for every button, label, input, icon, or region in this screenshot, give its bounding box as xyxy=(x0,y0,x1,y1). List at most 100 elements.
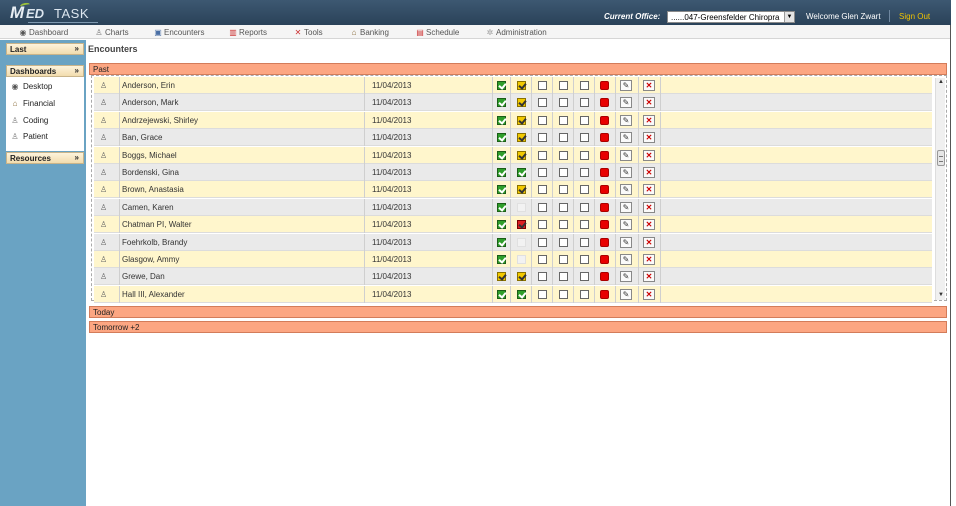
patient-icon[interactable]: ♙ xyxy=(100,151,111,160)
status-checkbox-2[interactable] xyxy=(517,289,526,299)
patient-name[interactable]: Grewe, Dan xyxy=(122,272,165,281)
patient-icon[interactable]: ♙ xyxy=(100,168,111,177)
delete-icon[interactable]: ✕ xyxy=(643,271,655,283)
status-checkbox-1[interactable] xyxy=(497,202,506,212)
patient-name[interactable]: Anderson, Mark xyxy=(122,98,178,107)
sidebar-item-coding[interactable]: ♙ Coding xyxy=(10,116,48,125)
table-row[interactable]: ♙ Hall III, Alexander 11/04/2013 ✎ ✕ xyxy=(94,285,932,303)
edit-icon[interactable]: ✎ xyxy=(620,219,632,231)
patient-icon[interactable]: ♙ xyxy=(100,98,111,107)
edit-icon[interactable]: ✎ xyxy=(620,149,632,161)
edit-icon[interactable]: ✎ xyxy=(620,201,632,213)
edit-icon[interactable]: ✎ xyxy=(620,184,632,196)
status-checkbox-4[interactable] xyxy=(559,185,568,195)
status-checkbox-1[interactable] xyxy=(497,150,506,160)
table-row[interactable]: ♙ Ban, Grace 11/04/2013 ✎ ✕ xyxy=(94,129,932,147)
patient-icon[interactable]: ♙ xyxy=(100,238,111,247)
status-checkbox-3[interactable] xyxy=(538,150,547,160)
status-checkbox-5[interactable] xyxy=(580,115,589,125)
status-checkbox-5[interactable] xyxy=(580,255,589,264)
patient-icon[interactable]: ♙ xyxy=(100,203,111,212)
medtask-logo[interactable]: M ED TASK xyxy=(8,2,98,23)
status-checkbox-1[interactable] xyxy=(497,168,506,177)
table-row[interactable]: ♙ Anderson, Mark 11/04/2013 ✎ ✕ xyxy=(94,94,932,112)
status-checkbox-3[interactable] xyxy=(538,185,547,195)
status-checkbox-3[interactable] xyxy=(538,115,547,125)
status-checkbox-3[interactable] xyxy=(538,202,547,212)
status-checkbox-2[interactable] xyxy=(517,150,526,160)
patient-icon[interactable]: ♙ xyxy=(100,290,111,299)
patient-name[interactable]: Chatman PI, Walter xyxy=(122,220,192,229)
table-row[interactable]: ♙ Brown, Anastasia 11/04/2013 ✎ ✕ xyxy=(94,181,932,199)
dropdown-arrow-icon[interactable]: ▼ xyxy=(784,12,794,22)
collapse-icon[interactable]: » xyxy=(75,153,79,162)
status-checkbox-3[interactable] xyxy=(538,289,547,299)
status-checkbox-1[interactable] xyxy=(497,133,506,143)
edit-icon[interactable]: ✎ xyxy=(620,236,632,248)
edit-icon[interactable]: ✎ xyxy=(620,114,632,126)
table-row[interactable]: ♙ Bordenski, Gina 11/04/2013 ✎ ✕ xyxy=(94,164,932,181)
collapse-icon[interactable]: » xyxy=(75,66,79,75)
nav-tools[interactable]: ✕ Tools xyxy=(293,27,323,37)
status-checkbox-4[interactable] xyxy=(559,98,568,108)
patient-icon[interactable]: ♙ xyxy=(100,185,111,194)
status-checkbox-3[interactable] xyxy=(538,220,547,230)
status-checkbox-4[interactable] xyxy=(559,255,568,264)
status-checkbox-4[interactable] xyxy=(559,115,568,125)
table-row[interactable]: ♙ Camen, Karen 11/04/2013 ✎ ✕ xyxy=(94,198,932,216)
patient-icon[interactable]: ♙ xyxy=(100,133,111,142)
status-checkbox-5[interactable] xyxy=(580,185,589,195)
status-checkbox-4[interactable] xyxy=(559,81,568,90)
sidebar-section-last[interactable]: Last » xyxy=(6,43,84,55)
patient-icon[interactable]: ♙ xyxy=(100,272,111,281)
delete-icon[interactable]: ✕ xyxy=(643,184,655,196)
status-checkbox-3[interactable] xyxy=(538,81,547,90)
status-checkbox-4[interactable] xyxy=(559,150,568,160)
status-checkbox-3[interactable] xyxy=(538,133,547,143)
status-checkbox-3[interactable] xyxy=(538,237,547,247)
current-office-select[interactable]: ......047-Greensfelder Chiropra ▼ xyxy=(667,11,795,23)
status-checkbox-1[interactable] xyxy=(497,115,506,125)
status-checkbox-5[interactable] xyxy=(580,237,589,247)
status-checkbox-1[interactable] xyxy=(497,98,506,108)
status-checkbox-4[interactable] xyxy=(559,202,568,212)
group-header-past[interactable]: Past xyxy=(89,63,947,75)
delete-icon[interactable]: ✕ xyxy=(643,114,655,126)
status-checkbox-5[interactable] xyxy=(580,289,589,299)
patient-name[interactable]: Boggs, Michael xyxy=(122,151,177,160)
status-checkbox-5[interactable] xyxy=(580,150,589,160)
status-checkbox-3[interactable] xyxy=(538,272,547,282)
nav-administration[interactable]: ✲ Administration xyxy=(485,27,547,37)
nav-schedule[interactable]: ▤ Schedule xyxy=(415,27,459,37)
patient-name[interactable]: Hall III, Alexander xyxy=(122,290,185,299)
delete-icon[interactable]: ✕ xyxy=(643,80,655,91)
status-checkbox-5[interactable] xyxy=(580,168,589,177)
table-row[interactable]: ♙ Andrzejewski, Shirley 11/04/2013 ✎ ✕ xyxy=(94,111,932,129)
patient-name[interactable]: Camen, Karen xyxy=(122,203,174,212)
delete-icon[interactable]: ✕ xyxy=(643,132,655,144)
nav-encounters[interactable]: ▣ Encounters xyxy=(153,27,204,37)
nav-charts[interactable]: ♙ Charts xyxy=(94,27,128,37)
sidebar-section-dashboards[interactable]: Dashboards » xyxy=(6,65,84,77)
status-checkbox-2[interactable] xyxy=(517,168,526,177)
table-row[interactable]: ♙ Boggs, Michael 11/04/2013 ✎ ✕ xyxy=(94,146,932,164)
sidebar-section-resources[interactable]: Resources » xyxy=(6,152,84,164)
edit-icon[interactable]: ✎ xyxy=(620,254,632,265)
table-row[interactable]: ♙ Glasgow, Ammy 11/04/2013 ✎ ✕ xyxy=(94,251,932,268)
collapse-icon[interactable]: » xyxy=(75,44,79,53)
status-checkbox-1[interactable] xyxy=(497,289,506,299)
status-checkbox-2[interactable] xyxy=(517,185,526,195)
status-checkbox-1[interactable] xyxy=(497,220,506,230)
edit-icon[interactable]: ✎ xyxy=(620,97,632,109)
status-checkbox-4[interactable] xyxy=(559,220,568,230)
status-checkbox-2[interactable] xyxy=(517,202,526,212)
edit-icon[interactable]: ✎ xyxy=(620,132,632,144)
status-checkbox-5[interactable] xyxy=(580,202,589,212)
status-checkbox-2[interactable] xyxy=(517,115,526,125)
status-checkbox-5[interactable] xyxy=(580,81,589,90)
scroll-down-icon[interactable]: ▼ xyxy=(936,291,946,300)
patient-icon[interactable]: ♙ xyxy=(100,220,111,229)
status-checkbox-4[interactable] xyxy=(559,237,568,247)
delete-icon[interactable]: ✕ xyxy=(643,219,655,231)
status-checkbox-3[interactable] xyxy=(538,98,547,108)
